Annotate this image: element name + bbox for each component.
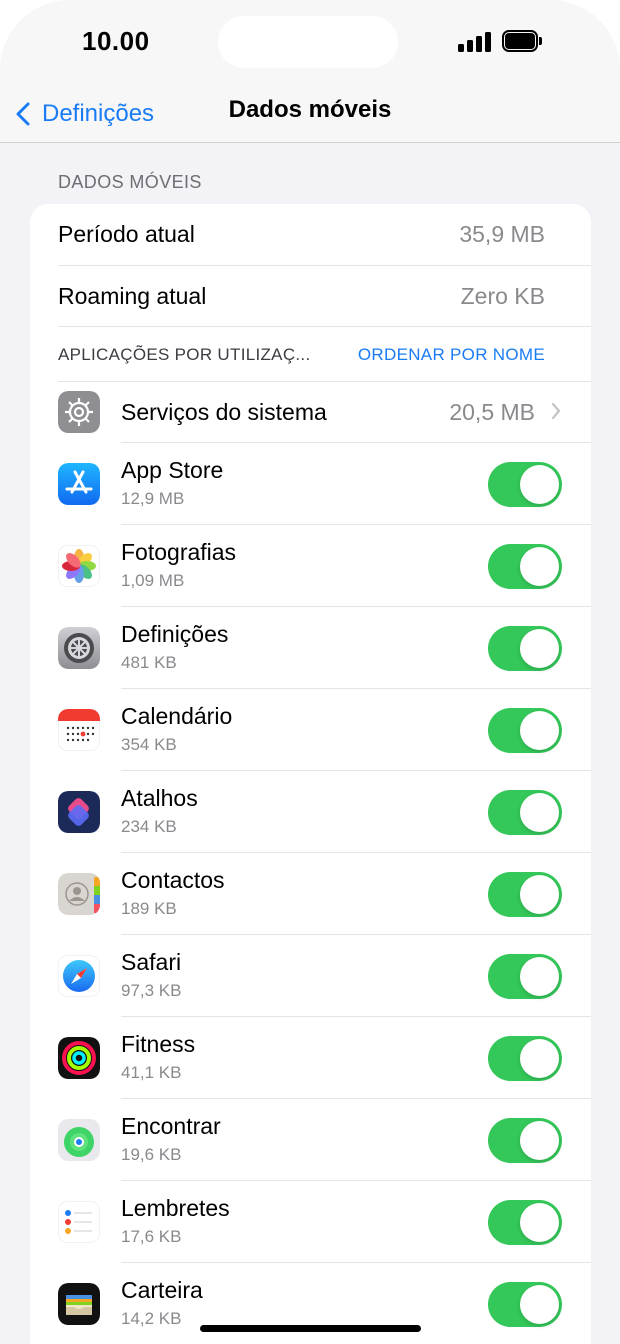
app-data-size: 1,09 MB: [121, 571, 185, 590]
chevron-left-icon: [16, 102, 30, 126]
app-data-size: 234 KB: [121, 817, 177, 836]
app-data-size: 12,9 MB: [121, 489, 185, 508]
usage-row-current-period: Período atual 35,9 MB: [30, 204, 591, 265]
safari-icon: [58, 955, 100, 997]
reminders-icon: [58, 1201, 100, 1243]
app-name: Contactos: [121, 867, 225, 893]
battery-icon: [502, 30, 542, 52]
apps-by-usage-header: APLICAÇÕES POR UTILIZAÇ...: [58, 345, 311, 364]
app-data-size: 14,2 KB: [121, 1309, 182, 1328]
cellular-data-toggle[interactable]: [488, 462, 562, 507]
usage-label: Período atual: [58, 221, 195, 247]
find-my-icon: [58, 1119, 100, 1161]
navigation-bar: Dados móveis Definições: [0, 86, 620, 143]
app-name: App Store: [121, 457, 224, 483]
app-data-size: 41,1 KB: [121, 1063, 182, 1082]
cellular-data-toggle[interactable]: [488, 872, 562, 917]
app-name: Calendário: [121, 703, 233, 729]
chevron-right-icon: [551, 402, 561, 420]
app-store-icon: [58, 463, 100, 505]
app-name: Atalhos: [121, 785, 198, 811]
contacts-icon: [58, 873, 100, 915]
cellular-data-toggle[interactable]: [488, 544, 562, 589]
app-row-safari: Safari 97,3 KB: [30, 935, 591, 1017]
cellular-data-toggle[interactable]: [488, 708, 562, 753]
settings-icon: [58, 627, 100, 669]
cellular-data-toggle[interactable]: [488, 790, 562, 835]
photos-icon: [58, 545, 100, 587]
app-data-size: 354 KB: [121, 735, 177, 754]
app-data-size: 189 KB: [121, 899, 177, 918]
app-row-app-store: App Store 12,9 MB: [30, 443, 591, 525]
cellular-data-toggle[interactable]: [488, 626, 562, 671]
app-row-reminders: Lembretes 17,6 KB: [30, 1181, 591, 1263]
fitness-icon: [58, 1037, 100, 1079]
shortcuts-icon: [58, 791, 100, 833]
back-button[interactable]: Definições: [16, 92, 154, 136]
app-row-calendar: Calendário 354 KB: [30, 689, 591, 771]
mobile-data-card: Período atual 35,9 MB Roaming atual Zero…: [30, 204, 591, 1344]
phone-screen: 10.00 Dados móveis Definições DADOS MÓVE…: [0, 0, 620, 1344]
app-data-size: 17,6 KB: [121, 1227, 182, 1246]
app-row-fitness: Fitness 41,1 KB: [30, 1017, 591, 1099]
app-row-shortcuts: Atalhos 234 KB: [30, 771, 591, 853]
system-services-value: 20,5 MB: [449, 399, 535, 425]
app-name: Carteira: [121, 1277, 203, 1303]
system-services-row[interactable]: Serviços do sistema 20,5 MB: [30, 382, 591, 443]
usage-value: 35,9 MB: [459, 221, 545, 247]
gear-icon: [58, 391, 100, 433]
app-name: Fitness: [121, 1031, 196, 1057]
app-name: Fotografias: [121, 539, 237, 565]
cellular-data-toggle[interactable]: [488, 1118, 562, 1163]
app-name: Lembretes: [121, 1195, 230, 1221]
section-header: DADOS MÓVEIS: [58, 172, 202, 192]
app-row-find-my: Encontrar 19,6 KB: [30, 1099, 591, 1181]
cellular-data-toggle[interactable]: [488, 1200, 562, 1245]
divider: [58, 326, 591, 327]
usage-label: Roaming atual: [58, 283, 207, 309]
app-name: Safari: [121, 949, 182, 975]
cellular-data-toggle[interactable]: [488, 1282, 562, 1327]
app-data-size: 97,3 KB: [121, 981, 182, 1000]
cellular-data-toggle[interactable]: [488, 954, 562, 999]
app-data-size: 19,6 KB: [121, 1145, 182, 1164]
status-bar: 10.00: [0, 0, 620, 86]
cellular-data-toggle[interactable]: [488, 1036, 562, 1081]
usage-row-roaming: Roaming atual Zero KB: [30, 266, 591, 327]
status-time: 10.00: [82, 26, 150, 56]
usage-value: Zero KB: [460, 283, 545, 309]
sort-by-name-button[interactable]: ORDENAR POR NOME: [358, 345, 545, 365]
system-services-label: Serviços do sistema: [121, 399, 327, 425]
calendar-icon: [58, 709, 100, 751]
back-button-label: Definições: [42, 100, 155, 127]
app-row-settings: Definições 481 KB: [30, 607, 591, 689]
dynamic-island: [218, 16, 398, 68]
app-row-contacts: Contactos 189 KB: [30, 853, 591, 935]
app-data-size: 481 KB: [121, 653, 177, 672]
signal-icon: [458, 32, 492, 52]
home-indicator[interactable]: [200, 1325, 421, 1332]
app-name: Encontrar: [121, 1113, 221, 1139]
app-name: Definições: [121, 621, 229, 647]
app-row-photos: Fotografias 1,09 MB: [30, 525, 591, 607]
wallet-icon: [58, 1283, 100, 1325]
